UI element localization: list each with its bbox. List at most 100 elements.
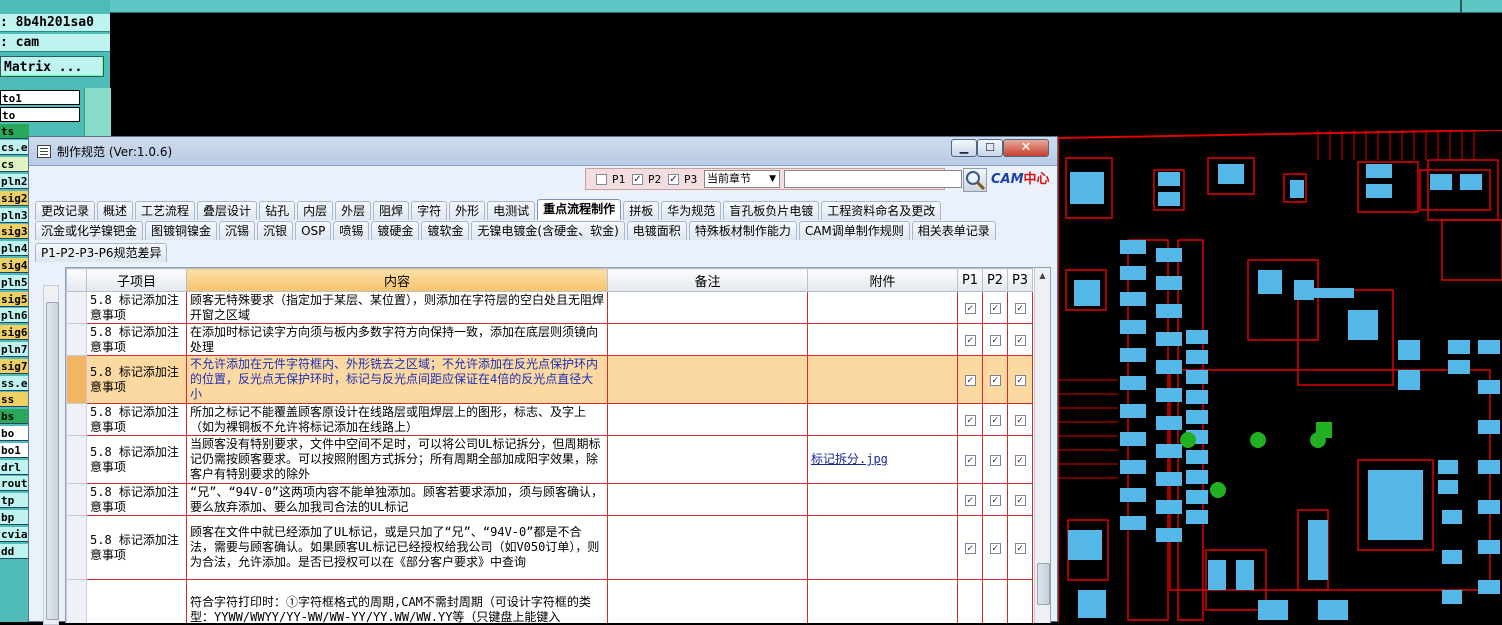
layer-item[interactable]: pln2 xyxy=(0,174,29,189)
layer-item[interactable]: cs.e xyxy=(0,140,29,156)
tab-item[interactable]: 华为规范 xyxy=(661,201,722,220)
row-indicator[interactable] xyxy=(66,435,87,484)
p2-row-checkbox[interactable]: ✓ xyxy=(989,543,1001,554)
tab-item[interactable]: 电测试 xyxy=(487,201,536,220)
layer-item[interactable]: ss xyxy=(0,392,29,408)
table-row[interactable]: 5.8 标记添加注意事项 在添加时标记读字方向须与板内多数字符方向保持一致，添加在… xyxy=(66,323,1033,356)
layer-item[interactable]: bp xyxy=(0,510,29,525)
layer-item[interactable]: bs xyxy=(0,409,29,425)
matrix-button[interactable]: Matrix ... xyxy=(0,56,104,77)
minimize-button[interactable]: ▁ xyxy=(951,139,977,157)
layer-item[interactable]: drl xyxy=(0,459,29,475)
header-content[interactable]: 内容 xyxy=(186,268,608,292)
p2-row-checkbox[interactable]: ✓ xyxy=(989,415,1001,426)
header-corner[interactable] xyxy=(66,268,87,292)
tab-item[interactable]: 特殊板材制作能力 xyxy=(688,221,797,240)
layer-item[interactable]: bo xyxy=(0,426,29,441)
layer-item[interactable]: sig2 xyxy=(0,190,29,206)
tab-item[interactable]: 工艺流程 xyxy=(135,201,196,220)
layer-item[interactable]: sig7 xyxy=(0,358,29,374)
left-scrollbar-thumb[interactable] xyxy=(46,302,59,620)
p2-row-checkbox[interactable]: ✓ xyxy=(989,375,1001,386)
left-scrollbar[interactable] xyxy=(43,285,59,625)
layer-item[interactable]: cs xyxy=(0,157,29,173)
layer-item[interactable]: ss.e xyxy=(0,375,29,391)
p1-row-checkbox[interactable]: ✓ xyxy=(964,335,976,346)
tab-item[interactable]: 重点流程制作 xyxy=(537,199,622,220)
layer-item[interactable]: dd xyxy=(0,543,29,559)
layer-item[interactable]: pln4 xyxy=(0,241,29,257)
table-row[interactable]: 5.8 标记添加注意事项 不允许添加在元件字符框内、外形铣去之区域；不允许添加在反… xyxy=(66,355,1033,404)
layer-item[interactable]: ts xyxy=(0,123,29,139)
p3-row-checkbox[interactable]: ✓ xyxy=(1014,415,1026,426)
row-indicator[interactable] xyxy=(66,323,87,356)
tab-item[interactable]: 沉锡 xyxy=(219,221,256,240)
p3-row-checkbox[interactable]: ✓ xyxy=(1014,543,1026,554)
layer-item[interactable]: tp xyxy=(0,493,29,509)
layer-item[interactable]: sig5 xyxy=(0,291,29,307)
header-attachment[interactable]: 附件 xyxy=(807,268,958,292)
maximize-button[interactable]: ☐ xyxy=(977,139,1003,157)
tab-item[interactable]: 工程资料命名及更改 xyxy=(821,201,942,220)
table-vertical-scrollbar[interactable]: ▲ xyxy=(1034,268,1050,623)
p3-row-checkbox[interactable]: ✓ xyxy=(1014,455,1026,466)
p1-row-checkbox[interactable]: ✓ xyxy=(964,375,976,386)
tab-item[interactable]: P1-P2-P3-P6规范差异 xyxy=(35,243,168,262)
p3-row-checkbox[interactable]: ✓ xyxy=(1014,303,1026,314)
tab-item[interactable]: 图镀铜镍金 xyxy=(145,221,218,240)
table-row[interactable]: 5.8 标记添加注意事项 所加之标记不能覆盖顾客原设计在线路层或阻焊层上的图形，标… xyxy=(66,403,1033,436)
chapter-select[interactable]: 当前章节 ▼ xyxy=(704,170,780,188)
tab-item[interactable]: 喷锡 xyxy=(333,221,370,240)
tab-item[interactable]: 相关表单记录 xyxy=(911,221,996,240)
p2-row-checkbox[interactable]: ✓ xyxy=(989,495,1001,506)
tab-item[interactable]: 钻孔 xyxy=(259,201,296,220)
row-indicator[interactable] xyxy=(66,483,87,516)
layer-item[interactable]: sig3 xyxy=(0,224,29,240)
table-row[interactable]: 5.8 标记添加注意事项 顾客无特殊要求（指定加于某层、某位置），则添加在字符层的… xyxy=(66,291,1033,324)
table-row[interactable]: 5.8 标记添加注意事项 顾客在文件中就已经添加了UL标记，或是只加了“兄”、“9… xyxy=(66,515,1033,580)
layer-item[interactable]: to1 xyxy=(0,90,80,105)
table-scrollbar-thumb[interactable] xyxy=(1037,563,1050,605)
tab-item[interactable]: 镀软金 xyxy=(421,221,470,240)
tab-item[interactable]: CAM调单制作规则 xyxy=(798,221,910,240)
tab-item[interactable]: 更改记录 xyxy=(35,201,96,220)
tab-item[interactable]: 无镍电镀金(含硬金、软金) xyxy=(471,221,625,240)
layer-item[interactable]: pln5 xyxy=(0,274,29,290)
tab-item[interactable]: 拼板 xyxy=(623,201,660,220)
layer-item[interactable]: bo1 xyxy=(0,442,29,458)
header-p1[interactable]: P1 xyxy=(957,268,983,292)
p2-row-checkbox[interactable]: ✓ xyxy=(989,335,1001,346)
row-indicator[interactable] xyxy=(66,291,87,324)
tab-item[interactable]: 沉银 xyxy=(257,221,294,240)
p3-row-checkbox[interactable]: ✓ xyxy=(1014,495,1026,506)
tab-item[interactable]: 电镀面积 xyxy=(626,221,687,240)
row-indicator[interactable] xyxy=(66,355,87,404)
table-row[interactable]: 5.8 标记添加注意事项 当顾客没有特别要求，文件中空间不足时，可以将公司UL标记… xyxy=(66,435,1033,484)
pcb-graphics-view[interactable] xyxy=(1058,130,1502,622)
header-note[interactable]: 备注 xyxy=(607,268,808,292)
header-sub-item[interactable]: 子项目 xyxy=(86,268,187,292)
tab-item[interactable]: 内层 xyxy=(297,201,334,220)
p2-row-checkbox[interactable]: ✓ xyxy=(989,455,1001,466)
tab-item[interactable]: 盲孔板负片电镀 xyxy=(723,201,820,220)
p3-row-checkbox[interactable]: ✓ xyxy=(1014,375,1026,386)
table-row[interactable]: 符合字符打印时：①字符框格式的周期,CAM不需封周期（可设计字符框的类型：YYW… xyxy=(66,579,1033,623)
tab-item[interactable]: 叠层设计 xyxy=(197,201,258,220)
row-indicator[interactable] xyxy=(66,403,87,436)
search-button[interactable] xyxy=(963,168,987,192)
p1-row-checkbox[interactable]: ✓ xyxy=(964,455,976,466)
layer-item[interactable]: cvia xyxy=(0,526,29,542)
p2-checkbox[interactable]: ✓ xyxy=(632,174,643,185)
row-indicator[interactable] xyxy=(66,579,87,623)
layer-item[interactable]: sig4 xyxy=(0,258,29,273)
table-row[interactable]: 5.8 标记添加注意事项 “兄”、“94V-0”这两项内容不能单独添加。顾客若要求… xyxy=(66,483,1033,516)
header-p2[interactable]: P2 xyxy=(982,268,1008,292)
row-indicator[interactable] xyxy=(66,515,87,580)
tab-item[interactable]: 沉金或化学镍钯金 xyxy=(35,221,144,240)
p3-row-checkbox[interactable]: ✓ xyxy=(1014,335,1026,346)
tab-item[interactable]: OSP xyxy=(295,221,332,240)
p3-checkbox[interactable]: ✓ xyxy=(668,174,679,185)
tab-item[interactable]: 阻焊 xyxy=(373,201,410,220)
header-p3[interactable]: P3 xyxy=(1007,268,1033,292)
layer-item[interactable]: to xyxy=(0,106,80,122)
